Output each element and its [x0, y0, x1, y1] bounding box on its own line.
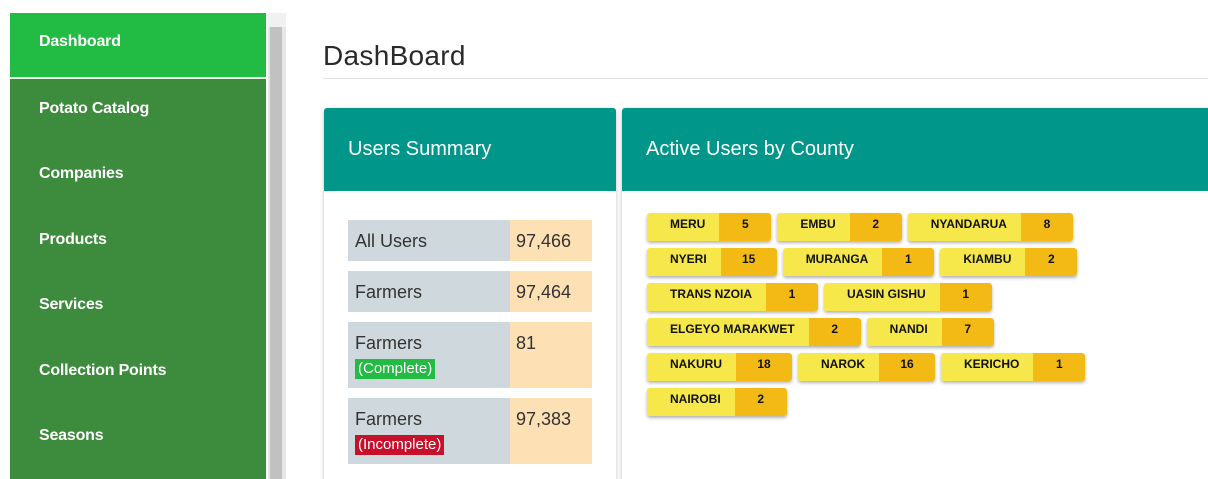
county-name: MERU: [647, 213, 720, 241]
title-divider: [323, 78, 1208, 79]
county-count: 2: [808, 318, 861, 346]
county-count: 2: [849, 213, 902, 241]
summary-label-cell: Farmers (Incomplete): [348, 398, 510, 464]
summary-row: All Users 97,466: [348, 220, 592, 261]
incomplete-tag: (Incomplete): [355, 435, 445, 455]
county-count: 8: [1020, 213, 1073, 241]
sidebar-item-label: Seasons: [39, 427, 104, 445]
county-pill[interactable]: NYERI 15: [647, 248, 777, 276]
county-count: 1: [939, 283, 992, 311]
sidebar-item-services[interactable]: Services: [10, 276, 266, 342]
county-pill[interactable]: ELGEYO MARAKWET 2: [647, 318, 861, 346]
county-pill[interactable]: TRANS NZOIA 1: [647, 283, 818, 311]
sidebar-item-label: Products: [39, 230, 107, 248]
sidebar-item-label: Dashboard: [39, 33, 121, 50]
summary-row: Farmers 97,464: [348, 271, 592, 312]
county-count: 1: [766, 283, 818, 311]
sidebar-item-potato-catalog[interactable]: Potato Catalog: [10, 79, 266, 145]
county-count: 7: [941, 318, 994, 346]
county-count: 15: [720, 248, 777, 276]
summary-value-cell: 97,466: [510, 220, 592, 261]
county-name: TRANS NZOIA: [647, 283, 766, 311]
county-name: NAIROBI: [647, 388, 735, 416]
county-row: NAIROBI 2: [647, 388, 1208, 423]
users-summary-title: Users Summary: [348, 138, 492, 160]
county-count: 5: [719, 213, 772, 241]
county-row: ELGEYO MARAKWET 2 NANDI 7: [647, 318, 1208, 353]
county-row: MERU 5 EMBU 2 NYANDARUA 8: [647, 213, 1208, 248]
county-pill[interactable]: KIAMBU 2: [940, 248, 1078, 276]
county-name: KERICHO: [941, 353, 1034, 381]
county-count: 2: [1025, 248, 1078, 276]
county-count: 1: [882, 248, 935, 276]
county-name: NAROK: [798, 353, 879, 381]
sidebar-item-companies[interactable]: Companies: [10, 145, 266, 211]
county-pill[interactable]: UASIN GISHU 1: [824, 283, 992, 311]
county-name: UASIN GISHU: [824, 283, 940, 311]
county-name: NYERI: [647, 248, 721, 276]
county-name: NYANDARUA: [907, 213, 1021, 241]
sidebar-nav: Dashboard Potato Catalog Companies Produ…: [10, 13, 266, 479]
county-count: 16: [879, 353, 935, 381]
summary-label: Farmers: [355, 409, 422, 429]
county-count: 1: [1033, 353, 1086, 381]
county-row: NYERI 15 MURANGA 1 KIAMBU 2: [647, 248, 1208, 283]
county-pill[interactable]: NAIROBI 2: [647, 388, 787, 416]
county-row: TRANS NZOIA 1 UASIN GISHU 1: [647, 283, 1208, 318]
summary-row: Farmers (Incomplete) 97,383: [348, 398, 592, 464]
county-name: MURANGA: [782, 248, 883, 276]
county-body: MERU 5 EMBU 2 NYANDARUA 8 NYERI 15 MURANGA 1 KIAMB…: [622, 191, 1208, 423]
county-pill[interactable]: MURANGA 1: [782, 248, 935, 276]
county-pill[interactable]: NYANDARUA 8: [907, 213, 1073, 241]
county-pill[interactable]: MERU 5: [647, 213, 772, 241]
complete-tag: (Complete): [355, 359, 436, 379]
summary-row: Farmers (Complete) 81: [348, 322, 592, 388]
county-header: Active Users by County: [622, 108, 1208, 191]
county-count: 18: [736, 353, 792, 381]
summary-value: 81: [516, 333, 537, 353]
county-pill[interactable]: NAROK 16: [798, 353, 935, 381]
county-pill[interactable]: NAKURU 18: [647, 353, 792, 381]
county-name: KIAMBU: [940, 248, 1026, 276]
sidebar-item-seasons[interactable]: Seasons: [10, 407, 266, 473]
scrollbar-thumb[interactable]: [270, 13, 282, 479]
sidebar-item-dashboard[interactable]: Dashboard: [10, 13, 266, 79]
users-summary-body: All Users 97,466 Farmers 97,464 Farmers …: [324, 191, 616, 464]
county-pill[interactable]: EMBU 2: [777, 213, 902, 241]
county-title: Active Users by County: [646, 138, 854, 160]
county-name: EMBU: [777, 213, 850, 241]
users-summary-header: Users Summary: [324, 108, 616, 191]
summary-value: 97,383: [516, 409, 572, 429]
sidebar-item-label: Services: [39, 296, 104, 314]
sidebar-item-collection-points[interactable]: Collection Points: [10, 341, 266, 407]
summary-label: Farmers: [355, 333, 422, 353]
summary-label-cell: Farmers: [348, 271, 510, 312]
page-title: DashBoard: [323, 40, 466, 71]
sidebar-item-label: Potato Catalog: [39, 99, 150, 117]
sidebar-item-label: Companies: [39, 165, 124, 183]
summary-label: All Users: [355, 231, 428, 251]
county-card: Active Users by County MERU 5 EMBU 2 NYANDAR…: [622, 108, 1208, 479]
sidebar-scrollbar[interactable]: [268, 13, 286, 479]
county-row: NAKURU 18 NAROK 16 KERICHO 1: [647, 353, 1208, 388]
county-pill[interactable]: KERICHO 1: [941, 353, 1086, 381]
sidebar-item-products[interactable]: Products: [10, 210, 266, 276]
summary-value: 97,464: [516, 282, 572, 302]
county-pill[interactable]: NANDI 7: [866, 318, 994, 346]
scrollbar-cap: [268, 13, 286, 27]
county-count: 2: [734, 388, 787, 416]
county-name: ELGEYO MARAKWET: [647, 318, 809, 346]
summary-value-cell: 97,383: [510, 398, 592, 464]
summary-value-cell: 81: [510, 322, 592, 388]
summary-value-cell: 97,464: [510, 271, 592, 312]
county-name: NAKURU: [647, 353, 736, 381]
summary-label: Farmers: [355, 282, 422, 302]
summary-label-cell: All Users: [348, 220, 510, 261]
summary-value: 97,466: [516, 231, 572, 251]
sidebar-item-label: Collection Points: [39, 361, 167, 379]
users-summary-card: Users Summary All Users 97,466 Farmers 9…: [324, 108, 616, 479]
summary-label-cell: Farmers (Complete): [348, 322, 510, 388]
sidebar: Dashboard Potato Catalog Companies Produ…: [0, 0, 268, 479]
county-name: NANDI: [866, 318, 942, 346]
